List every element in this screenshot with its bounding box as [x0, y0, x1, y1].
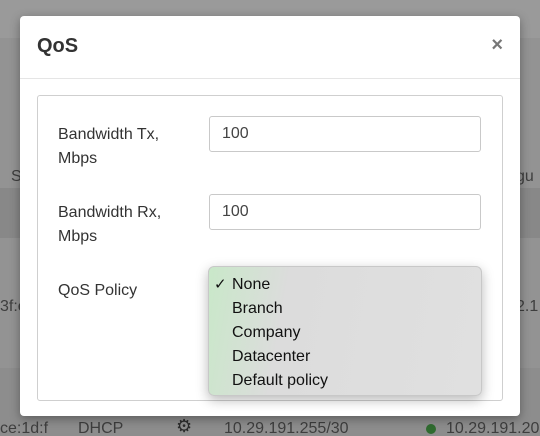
- close-button[interactable]: ×: [491, 34, 503, 56]
- bg-cell-fragment: 10.29.191.20: [446, 420, 540, 436]
- qos-policy-label: QoS Policy: [58, 282, 138, 299]
- gear-icon: ⚙: [176, 416, 193, 436]
- option-none[interactable]: ✓ None: [209, 273, 481, 297]
- option-datacenter[interactable]: Datacenter: [209, 345, 481, 369]
- option-branch[interactable]: Branch: [209, 297, 481, 321]
- dialog-title: QoS: [37, 35, 79, 57]
- qos-policy-options-menu: ✓ None Branch Company Datacenter Default…: [208, 266, 482, 396]
- option-label: Branch: [232, 300, 283, 317]
- bandwidth-rx-input[interactable]: 100: [209, 194, 481, 230]
- option-label: None: [232, 276, 271, 293]
- bg-cell-fragment: DHCP: [78, 420, 124, 436]
- option-company[interactable]: Company: [209, 321, 481, 345]
- status-dot-icon: [426, 424, 436, 434]
- bandwidth-rx-label: Bandwidth Rx, Mbps: [58, 204, 162, 245]
- checkmark-icon: ✓: [214, 276, 227, 293]
- bg-cell-fragment: ce:1d:f: [0, 420, 49, 436]
- option-default-policy[interactable]: Default policy: [209, 369, 481, 393]
- option-label: Company: [232, 324, 301, 341]
- bandwidth-tx-input[interactable]: 100: [209, 116, 481, 152]
- bg-cell-fragment: 10.29.191.255/30: [224, 420, 349, 436]
- dialog-header: QoS ×: [20, 16, 520, 79]
- bandwidth-tx-label: Bandwidth Tx, Mbps: [58, 126, 160, 167]
- option-label: Default policy: [232, 372, 329, 389]
- option-label: Datacenter: [232, 348, 311, 365]
